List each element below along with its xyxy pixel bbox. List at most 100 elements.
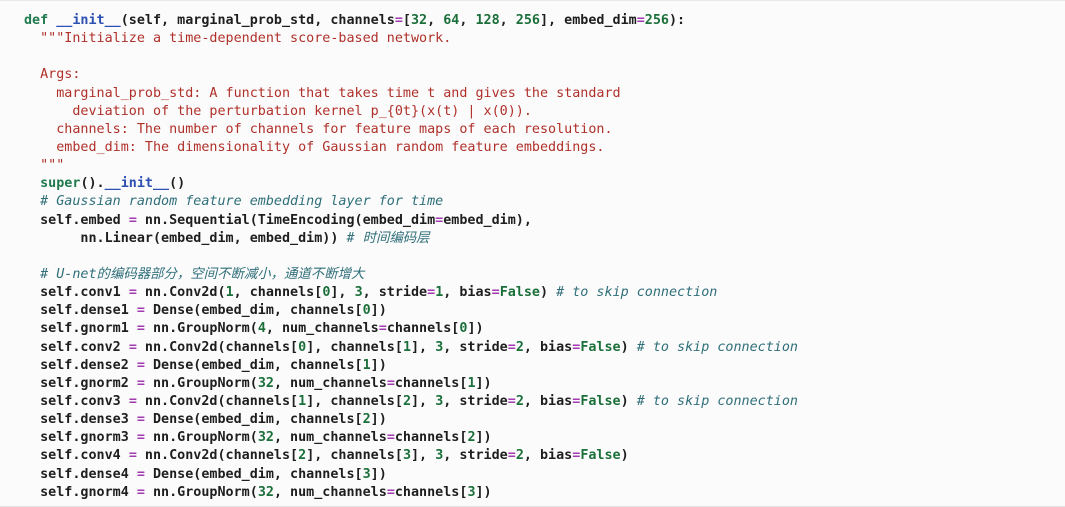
code-token: embed_dim), bbox=[443, 212, 532, 228]
code-line[interactable]: """ bbox=[24, 157, 798, 175]
code-token: = bbox=[636, 13, 645, 28]
code-token: self.conv3 bbox=[24, 393, 129, 409]
code-token: 128 bbox=[475, 13, 500, 28]
code-line[interactable]: # Gaussian random feature embedding laye… bbox=[24, 193, 798, 211]
code-line[interactable]: self.embed = nn.Sequential(TimeEncoding(… bbox=[24, 212, 798, 230]
code-token: self.conv4 bbox=[24, 448, 129, 464]
code-token: # U-net的编码器部分，空间不断减小，通道不断增大 bbox=[24, 266, 365, 282]
code-token: 256 bbox=[515, 13, 540, 28]
code-token: ]) bbox=[475, 430, 492, 446]
code-line[interactable]: self.gnorm4 = nn.GroupNorm(32, num_chann… bbox=[24, 484, 798, 502]
code-token: nn.GroupNorm( bbox=[144, 484, 258, 500]
code-line[interactable]: marginal_prob_std: A function that takes… bbox=[24, 85, 798, 103]
code-line[interactable]: deviation of the perturbation kernel p_{… bbox=[24, 103, 798, 121]
code-line[interactable]: self.conv1 = nn.Conv2d(1, channels[0], 3… bbox=[24, 284, 798, 302]
code-token: Args: bbox=[24, 67, 81, 83]
code-token: = bbox=[378, 321, 387, 337]
code-token: self.dense2 bbox=[24, 357, 137, 373]
code-line[interactable]: """Initialize a time-dependent score-bas… bbox=[24, 30, 798, 48]
code-token: ], embed_dim bbox=[539, 13, 637, 28]
code-token: 32 bbox=[410, 13, 428, 28]
code-token: # to skip connection bbox=[556, 285, 718, 301]
code-token: = bbox=[386, 430, 395, 446]
code-token: , stride bbox=[443, 448, 508, 464]
code-token: nn.Conv2d(channels[ bbox=[136, 393, 299, 409]
code-token: __init__ bbox=[104, 176, 170, 192]
code-token: = bbox=[136, 430, 145, 446]
code-token: ], bbox=[330, 285, 355, 301]
code-token: () bbox=[169, 176, 186, 192]
code-token: nn.Linear(embed_dim, embed_dim)) bbox=[24, 230, 347, 246]
code-token: = bbox=[386, 484, 395, 500]
code-token: ) bbox=[620, 393, 637, 409]
code-token: 4 bbox=[257, 321, 266, 337]
code-token: = bbox=[427, 285, 436, 301]
code-block[interactable]: def __init__(self, marginal_prob_std, ch… bbox=[24, 12, 798, 502]
code-token: ], channels[ bbox=[306, 393, 403, 409]
code-token: [ bbox=[402, 13, 411, 28]
code-token: (). bbox=[80, 176, 105, 192]
code-line[interactable]: self.conv3 = nn.Conv2d(channels[1], chan… bbox=[24, 393, 798, 411]
code-token: embed_dim: The dimensionality of Gaussia… bbox=[24, 139, 605, 155]
code-token: = bbox=[136, 466, 145, 482]
code-editor[interactable]: def __init__(self, marginal_prob_std, ch… bbox=[0, 0, 1065, 507]
code-line[interactable]: super().__init__() bbox=[24, 175, 798, 193]
code-token: = bbox=[386, 375, 395, 391]
code-token: 0 bbox=[298, 339, 307, 355]
code-token: ]) bbox=[475, 375, 492, 391]
code-token: 1 bbox=[467, 375, 476, 391]
code-token: channels[ bbox=[394, 430, 468, 446]
code-line[interactable]: self.conv2 = nn.Conv2d(channels[0], chan… bbox=[24, 339, 798, 357]
code-token: self.conv2 bbox=[24, 339, 129, 355]
code-line[interactable]: # U-net的编码器部分，空间不断减小，通道不断增大 bbox=[24, 266, 798, 284]
code-line[interactable]: self.conv4 = nn.Conv2d(channels[2], chan… bbox=[24, 447, 798, 465]
code-line[interactable]: nn.Linear(embed_dim, embed_dim)) # 时间编码层 bbox=[24, 230, 798, 248]
code-token: ]) bbox=[467, 321, 484, 337]
code-token: False bbox=[580, 393, 621, 409]
code-token: , bbox=[427, 13, 444, 28]
code-token: 2 bbox=[515, 448, 524, 464]
code-token: # to skip connection bbox=[636, 393, 798, 409]
code-line[interactable]: self.dense3 = Dense(embed_dim, channels[… bbox=[24, 411, 798, 429]
code-token: """ bbox=[24, 158, 65, 174]
code-token: = bbox=[491, 285, 500, 301]
code-line[interactable]: self.gnorm1 = nn.GroupNorm(4, num_channe… bbox=[24, 320, 798, 338]
code-line[interactable]: embed_dim: The dimensionality of Gaussia… bbox=[24, 139, 798, 157]
code-line[interactable]: self.dense1 = Dense(embed_dim, channels[… bbox=[24, 302, 798, 320]
code-token: nn.GroupNorm( bbox=[144, 375, 258, 391]
code-token: ], bbox=[411, 448, 436, 464]
code-token: = bbox=[128, 285, 137, 301]
code-token: 3 bbox=[467, 484, 476, 500]
code-token: False bbox=[580, 448, 621, 464]
code-token: , num_channels bbox=[273, 484, 387, 500]
code-token: 2 bbox=[515, 393, 524, 409]
code-token: 32 bbox=[257, 375, 274, 391]
code-token: nn.Conv2d(channels[ bbox=[136, 448, 299, 464]
code-token: , bias bbox=[523, 393, 573, 409]
code-line[interactable] bbox=[24, 48, 798, 66]
code-line[interactable]: self.gnorm3 = nn.GroupNorm(32, num_chann… bbox=[24, 429, 798, 447]
code-token: self.dense3 bbox=[24, 412, 137, 428]
code-token: , num_channels bbox=[273, 375, 387, 391]
code-line[interactable]: def __init__(self, marginal_prob_std, ch… bbox=[24, 12, 798, 30]
code-token: ]) bbox=[475, 484, 492, 500]
code-token: ]) bbox=[370, 303, 387, 319]
code-token: 2 bbox=[402, 393, 411, 409]
code-line[interactable] bbox=[24, 248, 798, 266]
editor-scrollbar[interactable] bbox=[1059, 1, 1065, 506]
code-line[interactable]: self.gnorm2 = nn.GroupNorm(32, num_chann… bbox=[24, 375, 798, 393]
code-token: = bbox=[128, 212, 137, 228]
code-line[interactable]: self.dense2 = Dense(embed_dim, channels[… bbox=[24, 357, 798, 375]
code-token: self.gnorm3 bbox=[24, 430, 137, 446]
code-token: ], channels[ bbox=[306, 339, 403, 355]
code-token: def bbox=[24, 13, 49, 28]
code-token: nn.GroupNorm( bbox=[144, 430, 258, 446]
code-line[interactable]: channels: The number of channels for fea… bbox=[24, 121, 798, 139]
code-token: 256 bbox=[644, 13, 669, 28]
code-token: = bbox=[136, 357, 145, 373]
code-token: , bias bbox=[523, 448, 573, 464]
code-line[interactable]: Args: bbox=[24, 66, 798, 84]
code-line[interactable]: self.dense4 = Dense(embed_dim, channels[… bbox=[24, 466, 798, 484]
code-token: , bias bbox=[523, 339, 573, 355]
